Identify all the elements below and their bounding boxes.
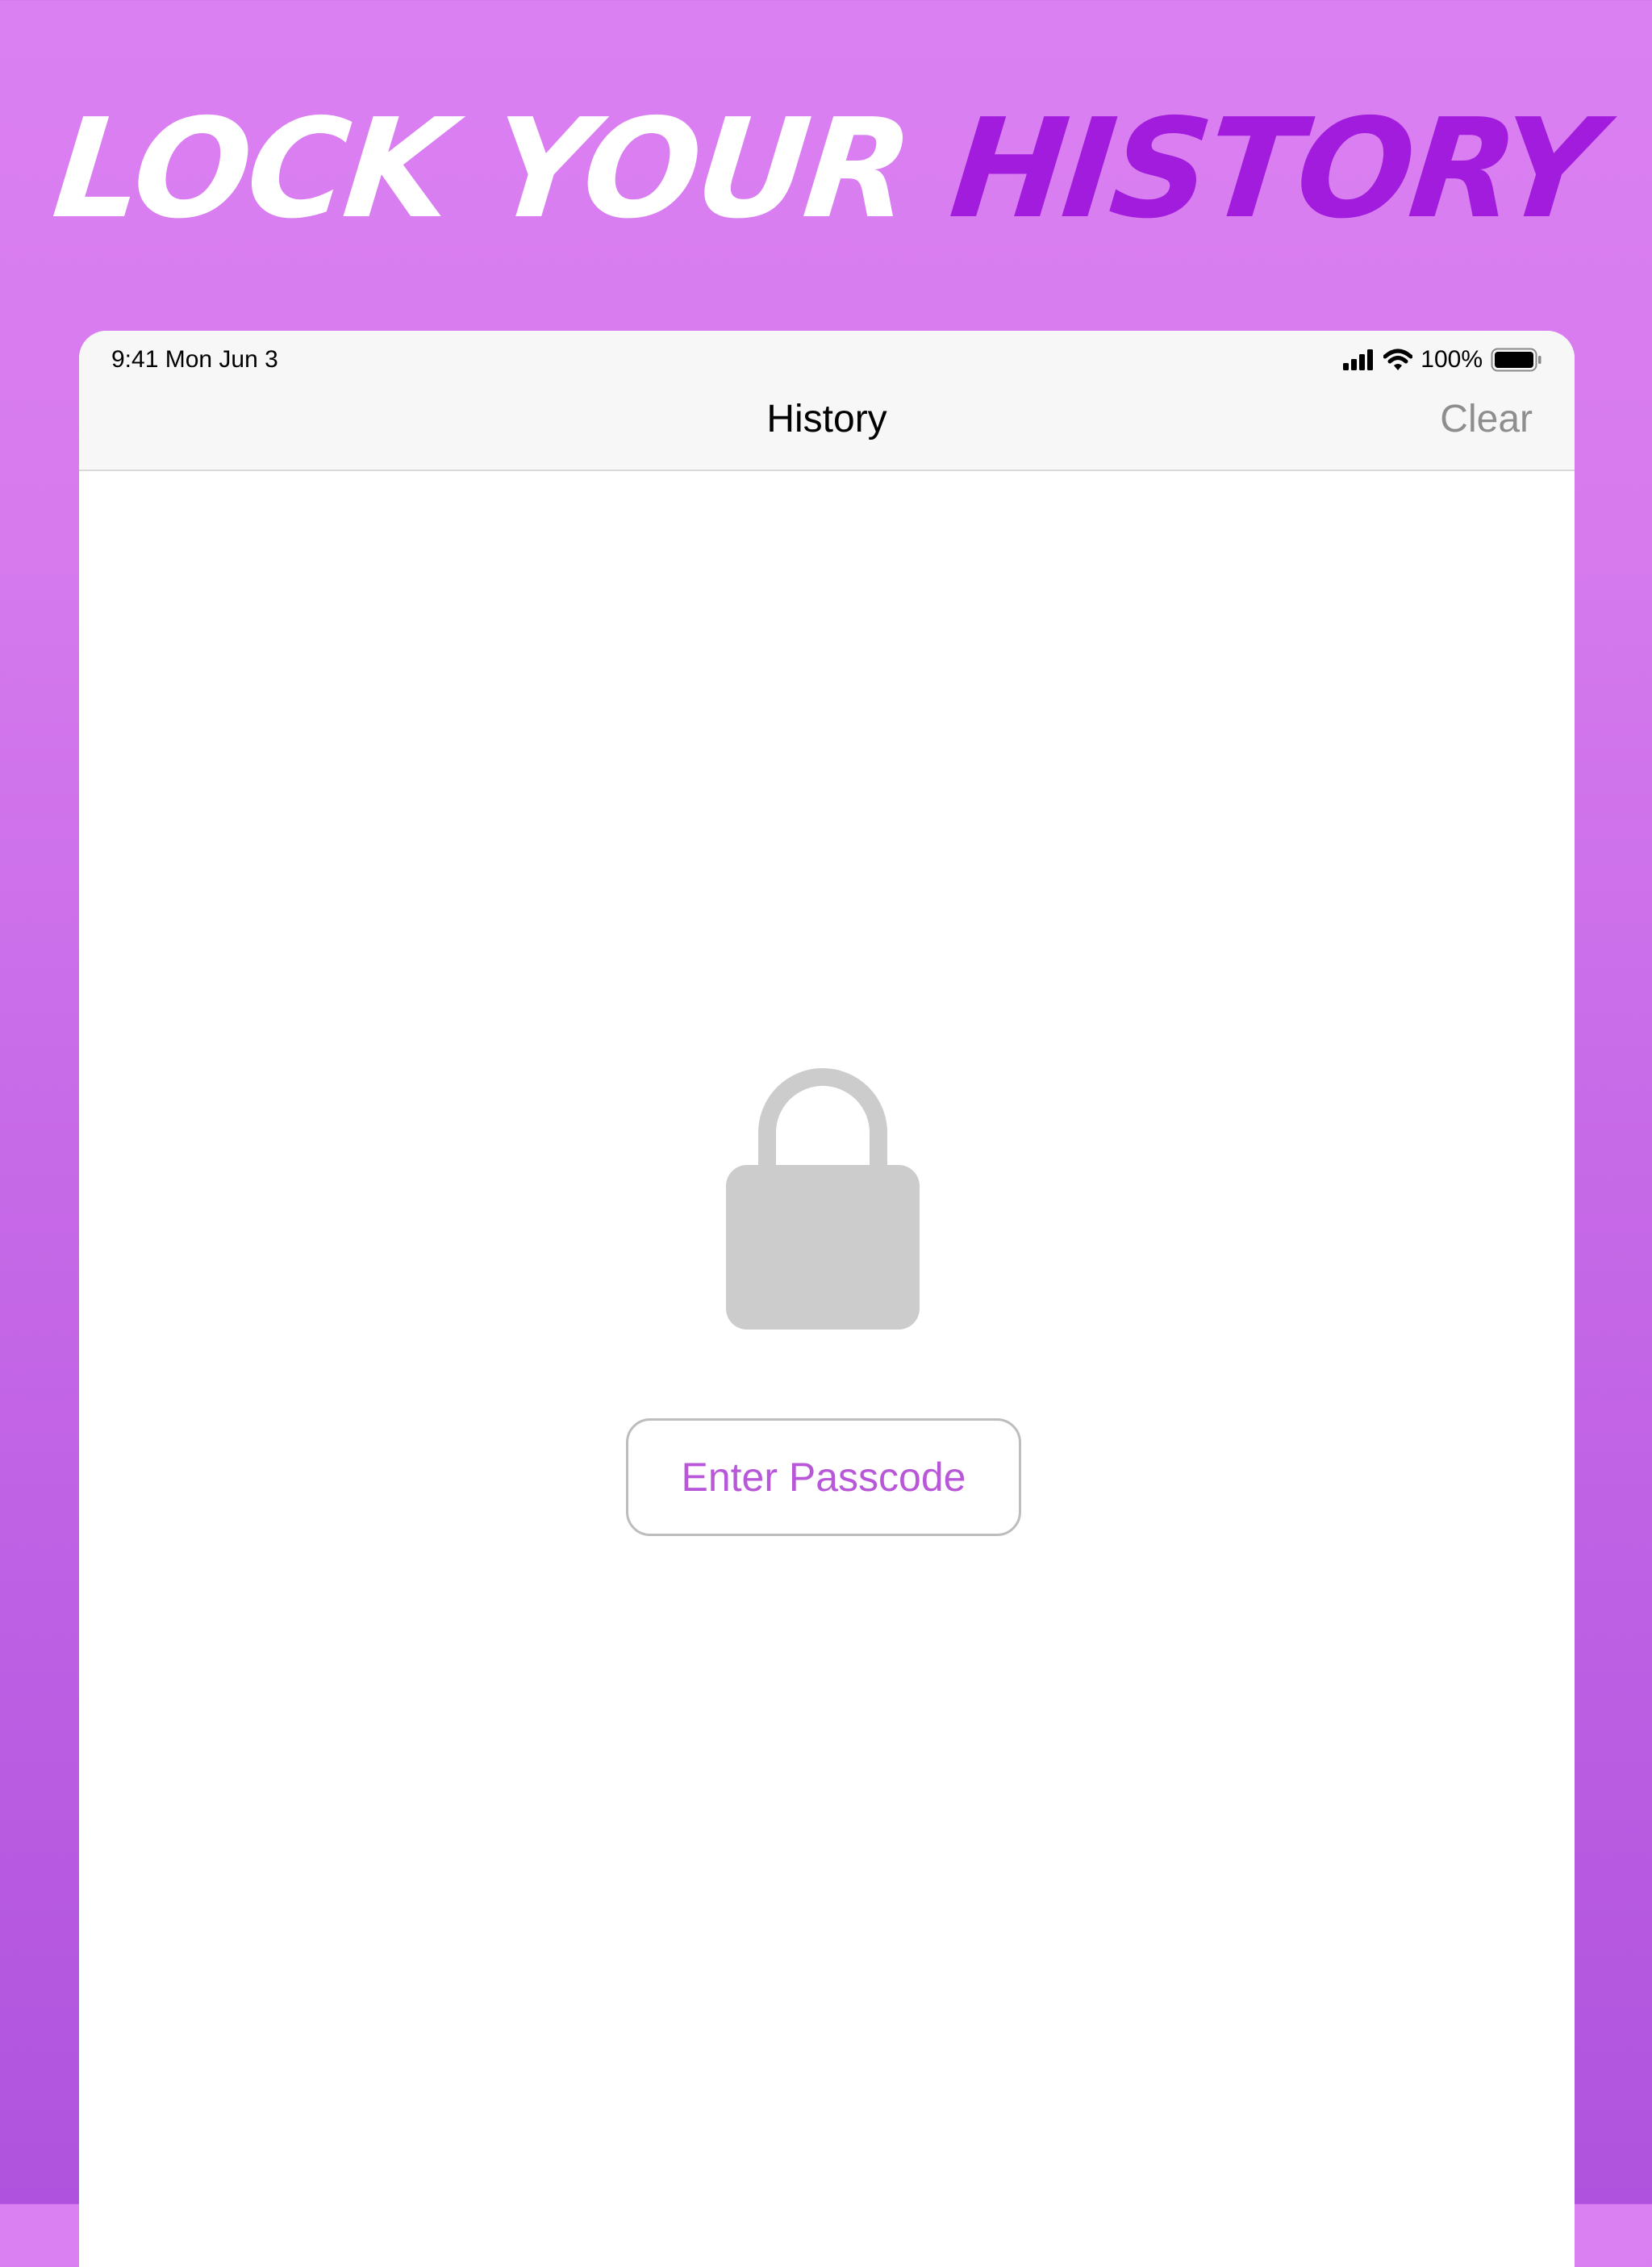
enter-passcode-button[interactable]: Enter Passcode <box>626 1418 1021 1536</box>
headline-part-2: HISTORY <box>944 90 1605 249</box>
lock-icon <box>726 1068 920 1330</box>
battery-icon <box>1491 348 1541 372</box>
promo-headline: LOCK YOUR HISTORY <box>0 89 1652 250</box>
page-title: History <box>766 398 887 440</box>
battery-percent: 100% <box>1420 346 1483 373</box>
headline-part-1: LOCK YOUR <box>47 90 916 249</box>
device-screen: 9:41 Mon Jun 3 100% History Clear Enter … <box>79 331 1575 2267</box>
signal-icon <box>1343 349 1374 370</box>
wifi-icon <box>1383 349 1413 370</box>
status-indicators: 100% <box>1343 344 1542 376</box>
navigation-bar: 9:41 Mon Jun 3 100% History Clear <box>79 331 1575 471</box>
status-time: 9:41 Mon Jun 3 <box>111 346 278 373</box>
clear-button[interactable]: Clear <box>1440 394 1533 445</box>
